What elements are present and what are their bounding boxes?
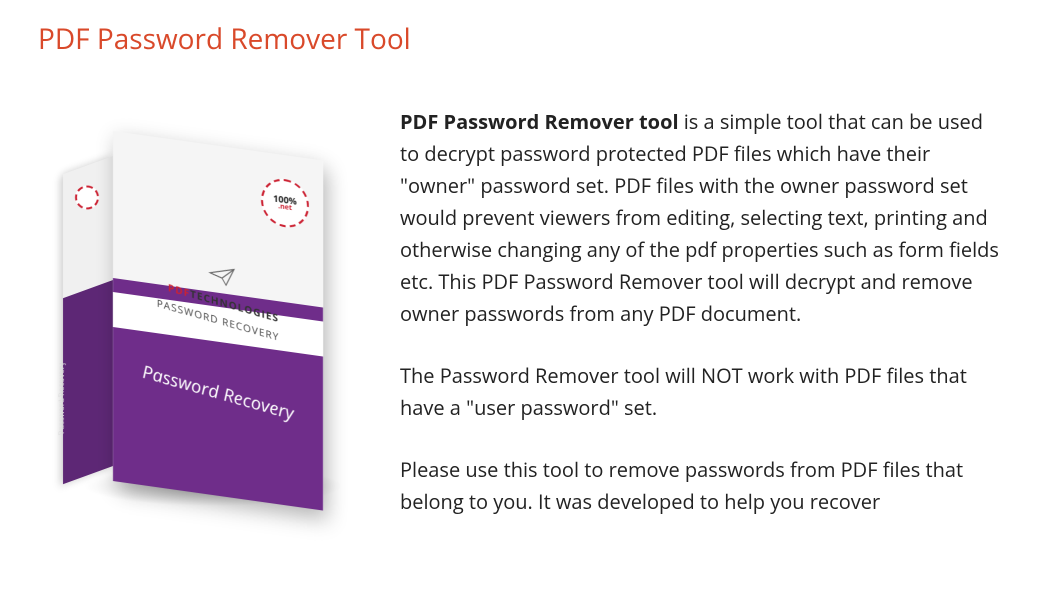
box-main-label: Password Recovery	[113, 351, 323, 434]
box-side-label: Password Recovery	[56, 353, 67, 437]
description-paragraph-3: Please use this tool to remove passwords…	[400, 454, 1003, 518]
hundred-percent-badge: 100% .net	[261, 176, 309, 231]
description-paragraph-1: PDF Password Remover tool is a simple to…	[400, 106, 1003, 330]
page-title: PDF Password Remover Tool	[38, 20, 1003, 58]
product-box-image: Password Recovery 100% .net PDFTECHNOLOG…	[38, 106, 368, 526]
main-content: Password Recovery 100% .net PDFTECHNOLOG…	[38, 106, 1003, 548]
paper-plane-icon	[208, 260, 238, 290]
description-text: PDF Password Remover tool is a simple to…	[400, 106, 1003, 548]
description-paragraph-2: The Password Remover tool will NOT work …	[400, 360, 1003, 424]
